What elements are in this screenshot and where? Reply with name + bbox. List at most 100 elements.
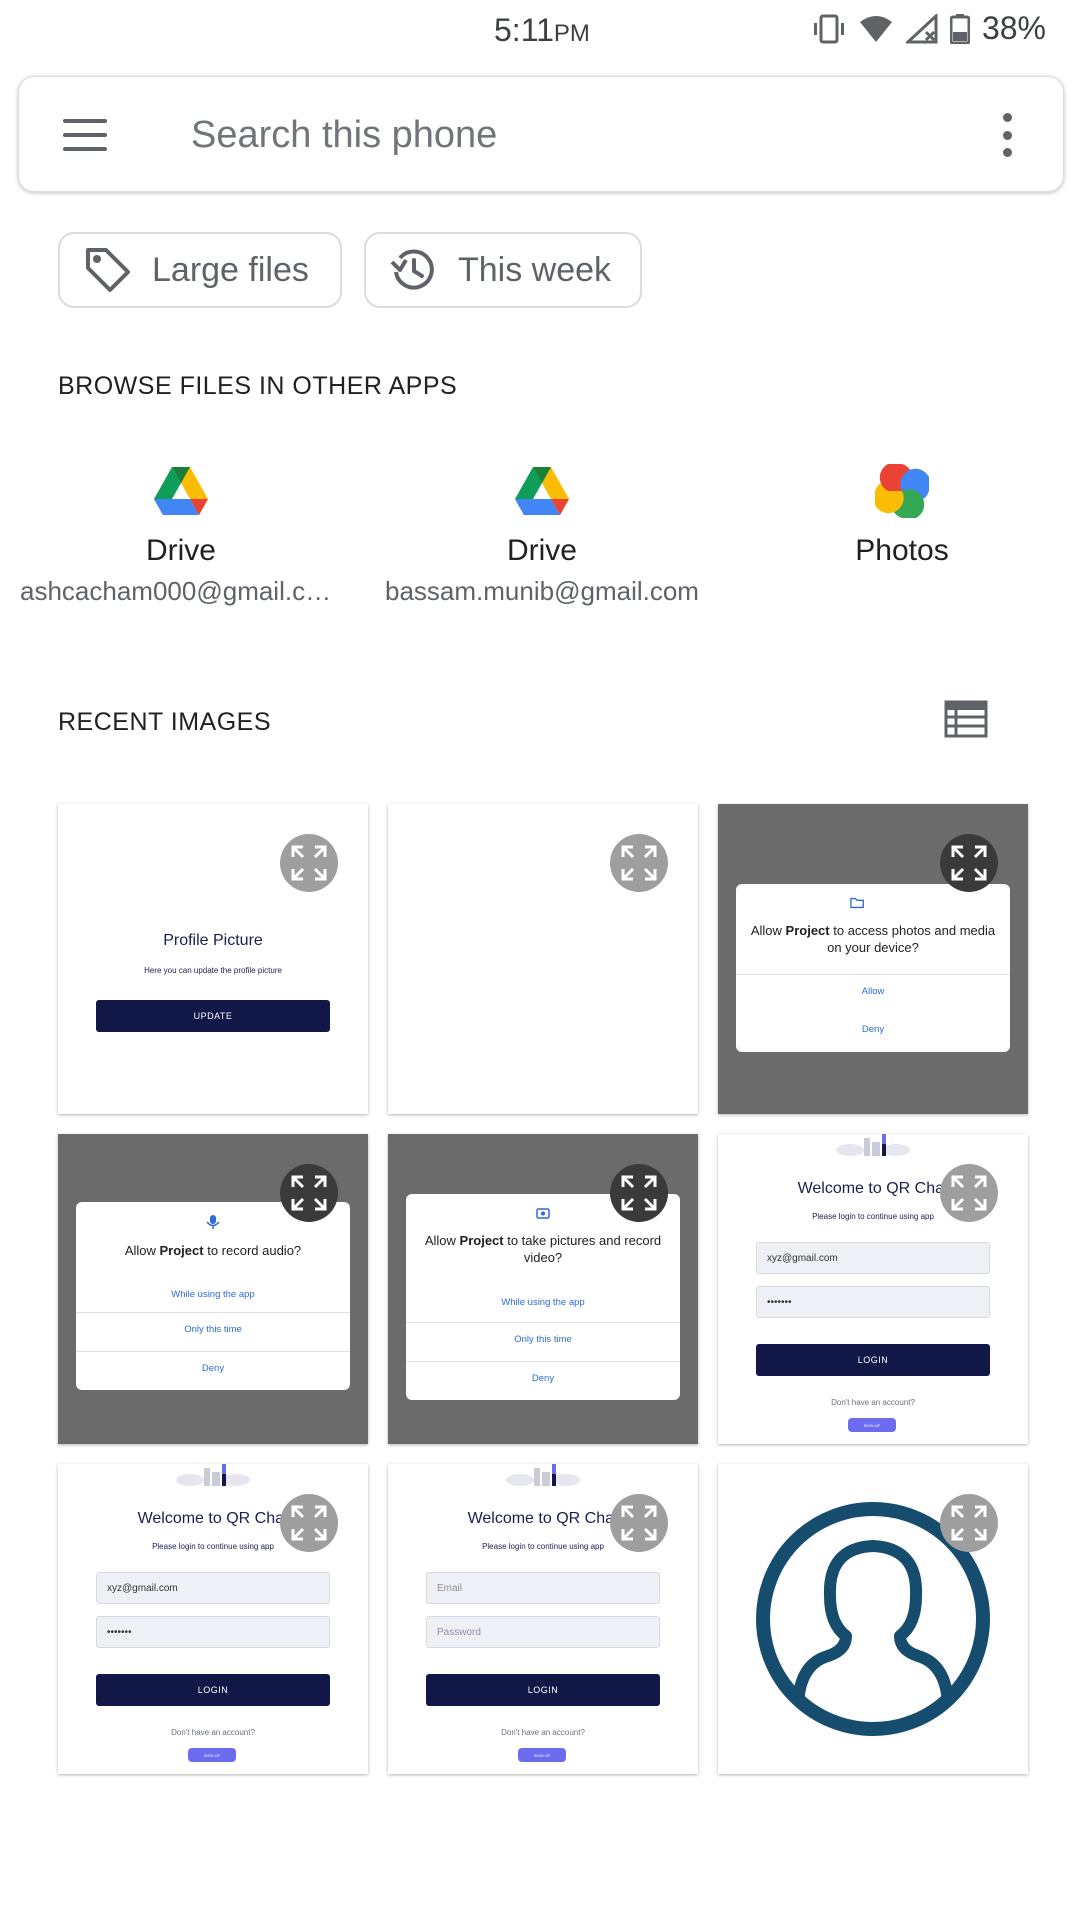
app-drive-ashcacham[interactable]: Drive ashcacham000@gmail.co… — [20, 462, 342, 607]
recent-images-heading: RECENT IMAGES — [58, 708, 272, 736]
fullscreen-icon — [951, 1175, 987, 1211]
dialog-text-pre: Allow — [750, 923, 786, 938]
login-password-field: ••••••• — [756, 1286, 990, 1318]
permission-dialog: Allow Project to take pictures and recor… — [406, 1194, 680, 1400]
expand-icon[interactable] — [280, 1164, 338, 1222]
battery-icon — [949, 13, 970, 44]
menu-line — [63, 147, 107, 151]
app-photos[interactable]: Photos — [740, 462, 1064, 568]
google-photos-icon — [875, 464, 929, 518]
expand-icon[interactable] — [610, 1494, 668, 1552]
list-view-icon[interactable] — [944, 700, 988, 738]
search-bar — [18, 76, 1064, 192]
fullscreen-icon — [621, 1505, 657, 1541]
image-thumbnail-photos-permission[interactable]: Allow Project to access photos and media… — [718, 804, 1028, 1114]
status-icons: 38% — [812, 10, 1046, 47]
battery-percent: 38% — [981, 10, 1046, 46]
search-input[interactable] — [191, 107, 951, 163]
dialog-allow: Allow — [736, 974, 1010, 1013]
dialog-deny: Deny — [76, 1351, 350, 1390]
chip-large-files[interactable]: Large files — [58, 232, 342, 308]
menu-line — [63, 133, 107, 137]
expand-icon[interactable] — [610, 1164, 668, 1222]
more-options-icon[interactable] — [999, 113, 1015, 157]
dialog-while-using: While using the app — [501, 1297, 585, 1308]
chip-this-week[interactable]: This week — [364, 232, 642, 308]
browse-heading: BROWSE FILES IN OTHER APPS — [58, 372, 458, 400]
login-illustration — [176, 1464, 250, 1486]
status-bar: 5:11PM 38% — [0, 0, 1080, 62]
login-email-field: xyz@gmail.com — [96, 1572, 330, 1604]
image-thumbnail-camera-permission[interactable]: Allow Project to take pictures and recor… — [388, 1134, 698, 1444]
status-time: 5:11PM — [494, 12, 590, 49]
dialog-only-this-time: Only this time — [406, 1322, 680, 1361]
menu-line — [63, 119, 107, 123]
login-password-field: ••••••• — [96, 1616, 330, 1648]
expand-icon[interactable] — [940, 834, 998, 892]
folder-icon — [850, 897, 864, 909]
dot — [1002, 130, 1012, 140]
login-illustration — [836, 1134, 910, 1156]
expand-icon[interactable] — [280, 834, 338, 892]
dialog-deny: Deny — [406, 1361, 680, 1400]
login-illustration — [506, 1464, 580, 1486]
app-name: Photos — [855, 534, 949, 567]
profile-subtitle: Here you can update the profile picture — [144, 966, 282, 975]
status-time-ampm: PM — [553, 20, 590, 47]
dialog-text: Allow Project to record audio? — [90, 1242, 336, 1259]
profile-title: Profile Picture — [163, 932, 263, 949]
dialog-text: Allow Project to access photos and media… — [750, 922, 996, 956]
app-name: Drive — [145, 534, 216, 567]
app-name: Drive — [506, 534, 577, 567]
signup-button: SIGN UP — [848, 1418, 896, 1432]
app-account: bassam.munib@gmail.com — [385, 576, 699, 606]
login-email-placeholder: Email — [426, 1572, 660, 1604]
dialog-deny: Deny — [861, 1024, 885, 1035]
app-account: ashcacham000@gmail.co… — [20, 576, 342, 606]
login-button: LOGIN — [426, 1674, 660, 1706]
dialog-text-pre: Allow — [424, 1233, 460, 1248]
expand-icon[interactable] — [280, 1494, 338, 1552]
fullscreen-icon — [291, 1505, 327, 1541]
dialog-text-bold: Project — [785, 923, 830, 938]
image-thumbnail-profile-picture[interactable]: Profile Picture Here you can update the … — [58, 804, 368, 1114]
app-drive-bassam[interactable]: Drive bassam.munib@gmail.com — [372, 462, 712, 607]
login-button: LOGIN — [756, 1344, 990, 1376]
login-password-placeholder: Password — [426, 1616, 660, 1648]
login-button: LOGIN — [96, 1674, 330, 1706]
expand-icon[interactable] — [940, 1164, 998, 1222]
tag-icon — [86, 248, 130, 292]
dialog-text-bold: Project — [459, 1233, 504, 1248]
image-thumbnail-login-filled[interactable]: Welcome to QR Chat Please login to conti… — [718, 1134, 1028, 1444]
dialog-text: Allow Project to take pictures and recor… — [420, 1232, 666, 1266]
permission-dialog: Allow Project to access photos and media… — [736, 884, 1010, 1052]
dialog-text-pre: Allow — [124, 1243, 160, 1258]
update-button: UPDATE — [96, 1000, 330, 1032]
image-thumbnail-login-typing[interactable]: Welcome to QR Chat Please login to conti… — [58, 1464, 368, 1774]
no-account-text: Don't have an account? — [831, 1398, 915, 1407]
dialog-text-post: to access photos and media on your devic… — [827, 923, 996, 955]
image-thumbnail-audio-permission[interactable]: Allow Project to record audio? While usi… — [58, 1134, 368, 1444]
image-thumbnail-blank[interactable] — [388, 804, 698, 1114]
google-drive-icon — [154, 467, 208, 515]
fullscreen-icon — [291, 845, 327, 881]
dot — [1002, 148, 1012, 157]
image-thumbnail-avatar[interactable] — [718, 1464, 1028, 1774]
cellular-signal-icon — [905, 13, 938, 43]
signup-button: SIGN UP — [518, 1748, 566, 1762]
dialog-text-post: to take pictures and record video? — [503, 1233, 662, 1265]
fullscreen-icon — [951, 845, 987, 881]
fullscreen-icon — [621, 1175, 657, 1211]
vibrate-icon — [813, 14, 844, 43]
fullscreen-icon — [621, 845, 657, 881]
hamburger-menu-icon[interactable] — [63, 109, 115, 161]
fullscreen-icon — [951, 1505, 987, 1541]
expand-icon[interactable] — [940, 1494, 998, 1552]
expand-icon[interactable] — [610, 834, 668, 892]
dialog-only-this-time: Only this time — [76, 1312, 350, 1351]
dot — [1002, 113, 1012, 122]
fullscreen-icon — [291, 1175, 327, 1211]
image-thumbnail-login-empty[interactable]: Welcome to QR Chat Please login to conti… — [388, 1464, 698, 1774]
no-account-text: Don't have an account? — [171, 1728, 255, 1737]
dialog-text-post: to record audio? — [203, 1243, 302, 1258]
